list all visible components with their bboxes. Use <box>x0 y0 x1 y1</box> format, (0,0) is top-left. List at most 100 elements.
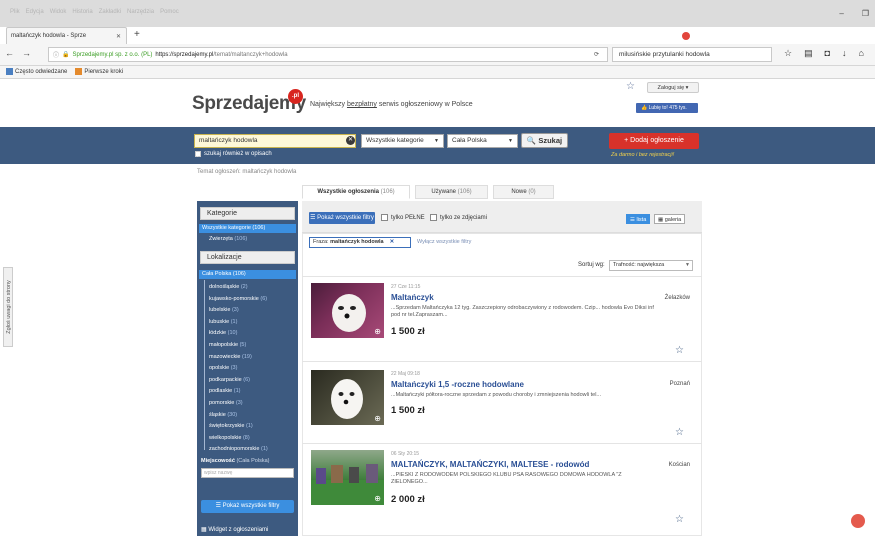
sidebar-show-filters-button[interactable]: ☰ Pokaż wszystkie filtry <box>201 500 294 513</box>
facebook-like-button[interactable]: 👍 Lubię to! 475 tys. <box>636 103 698 113</box>
region-name: lubuskie <box>209 318 230 325</box>
listing-photo[interactable]: ⊕ <box>311 450 384 505</box>
city-label: Miejscowość (Cała Polska) <box>201 458 270 464</box>
url-bar[interactable]: ⓘ 🔒 Sprzedajemy.pl sp. z o.o. (PL) https… <box>48 47 608 62</box>
favorite-star-icon[interactable]: ☆ <box>675 514 684 525</box>
login-button[interactable]: Zaloguj się ▾ <box>647 82 699 93</box>
all-categories-item[interactable]: Wszystkie kategorie (106) <box>199 224 296 233</box>
browser-search-field[interactable]: milusińskie przytulanki hodowla <box>612 47 772 62</box>
report-feedback-tab[interactable]: Zgłoś uwagi do strony <box>3 267 13 347</box>
region-count: (8) <box>242 434 250 441</box>
listing-date: 27 Cze 11:15 <box>391 284 421 290</box>
sidebar-item-region[interactable]: łódzkie (10) <box>209 330 237 336</box>
region-select[interactable]: Cała Polska ▼ <box>447 134 518 148</box>
region-count: (2) <box>240 284 248 290</box>
maximize-icon[interactable]: ❐ <box>862 9 869 18</box>
browser-tab[interactable]: maltańczyk hodowla - Sprze ✕ <box>6 27 690 44</box>
notification-bubble-icon[interactable] <box>851 514 865 528</box>
sidebar-item-region[interactable]: wielkopolskie (8) <box>209 435 250 441</box>
bookmarks-bar: Często odwiedzane Pierwsze kroki <box>0 66 875 79</box>
new-tab-icon[interactable]: + <box>134 29 140 40</box>
only-photos-checkbox[interactable]: tylko ze zdjęciami <box>430 214 487 221</box>
home-icon[interactable]: ⌂ <box>859 48 864 59</box>
bookmark-often-visited[interactable]: Często odwiedzane <box>6 68 67 76</box>
sidebar-item-region[interactable]: małopolskie (5) <box>209 342 246 348</box>
listing-price: 2 000 zł <box>391 494 425 505</box>
category-zwierzeta[interactable]: Zwierzęta (106) <box>209 236 247 242</box>
minimize-icon[interactable]: – <box>839 9 843 18</box>
tab-new[interactable]: Nowe (0) <box>493 185 554 199</box>
region-count: (6) <box>260 295 268 302</box>
library-icon[interactable]: ▤ <box>804 48 813 59</box>
sidebar-item-region[interactable]: śląskie (30) <box>209 412 237 418</box>
zoom-icon[interactable]: ⊕ <box>374 327 381 336</box>
listing-photo[interactable]: ⊕ <box>311 283 384 338</box>
sidebar-item-region[interactable]: podkarpackie (6) <box>209 377 250 383</box>
sidebar-item-region[interactable]: lubelskie (3) <box>209 307 239 313</box>
sidebar-item-region[interactable]: zachodniopomorskie (1) <box>209 446 268 452</box>
zoom-icon[interactable]: ⊕ <box>374 414 381 423</box>
menu-edit[interactable]: Edycja <box>26 9 44 15</box>
tab-title: maltańczyk hodowla - Sprze <box>11 33 87 39</box>
clear-search-icon[interactable]: ✕ <box>346 136 355 145</box>
sort-select[interactable]: Trafność: największa ▼ <box>609 260 693 271</box>
divider <box>302 276 702 277</box>
region-name: lubelskie <box>209 307 231 314</box>
region-count: (30) <box>227 411 238 418</box>
sidebar-item-region[interactable]: mazowieckie (19) <box>209 354 252 360</box>
search-input[interactable]: maltańczyk hodowla <box>194 134 356 148</box>
favorite-star-icon[interactable]: ☆ <box>675 345 684 356</box>
add-listing-button[interactable]: + Dodaj ogłoszenie <box>609 133 699 149</box>
info-icon[interactable]: ⓘ <box>53 50 59 59</box>
url-path: /temat/maltanczyk+hodowla <box>213 51 288 58</box>
menu-file[interactable]: Plik <box>10 9 20 15</box>
sidebar-item-region[interactable]: lubuskie (1) <box>209 319 237 325</box>
listing-title[interactable]: MALTAŃCZYK, MALTAŃCZYKI, MALTESE - rodow… <box>391 460 589 469</box>
gallery-view-button[interactable]: ▦ galeria <box>654 214 686 224</box>
menu-help[interactable]: Pomoc <box>160 9 179 15</box>
region-count: (1) <box>230 318 238 325</box>
listing-city: Żelazków <box>664 295 690 301</box>
all-poland-item[interactable]: Cała Polska (106) <box>199 270 296 279</box>
sidebar-item-region[interactable]: pomorskie (3) <box>209 400 243 406</box>
menu-history[interactable]: Historia <box>72 9 92 15</box>
sidebar-item-region[interactable]: podlaskie (1) <box>209 388 241 394</box>
phrase-filter-chip[interactable]: Fraza: maltańczyk hodowla ✕ <box>309 237 411 248</box>
back-icon[interactable]: ← <box>5 48 14 58</box>
list-view-button[interactable]: ☰ lista <box>626 214 651 224</box>
region-name: kujawsko-pomorskie <box>209 295 259 302</box>
search-in-descriptions-checkbox[interactable]: ✓ szukaj również w opisach <box>195 151 272 159</box>
pocket-icon[interactable]: ◘ <box>825 48 830 59</box>
reload-icon[interactable]: ⟳ <box>594 51 599 58</box>
widget-link[interactable]: ▦ Widget z ogłoszeniami <box>201 526 268 533</box>
download-icon[interactable]: ↓ <box>842 48 847 59</box>
clear-filters-link[interactable]: Wyłącz wszystkie filtry <box>417 239 471 245</box>
forward-icon[interactable]: → <box>22 48 31 58</box>
category-select[interactable]: Wszystkie kategorie ▼ <box>361 134 444 148</box>
menu-tools[interactable]: Narzędzia <box>127 9 154 15</box>
bookmark-first-steps[interactable]: Pierwsze kroki <box>75 68 123 76</box>
menu-bookmarks[interactable]: Zakładki <box>99 9 121 15</box>
sidebar-item-region[interactable]: opolskie (3) <box>209 365 237 371</box>
tab-used[interactable]: Używane (106) <box>415 185 488 199</box>
city-input[interactable]: wpisz nazwę <box>201 468 294 478</box>
favorite-star-icon[interactable]: ☆ <box>675 427 684 438</box>
sidebar-item-region[interactable]: dolnośląskie (2) <box>209 284 248 290</box>
search-button[interactable]: 🔍 Szukaj <box>521 133 568 148</box>
bookmark-star-icon[interactable]: ☆ <box>784 48 792 59</box>
sidebar-item-region[interactable]: kujawsko-pomorskie (6) <box>209 296 267 302</box>
tab-all-listings[interactable]: Wszystkie ogłoszenia (106) <box>302 185 410 199</box>
sidebar-item-region[interactable]: świętokrzyskie (1) <box>209 423 253 429</box>
menu-view[interactable]: Widok <box>50 9 67 15</box>
show-all-filters-button[interactable]: ☰ Pokaż wszystkie filtry <box>309 212 375 224</box>
close-tab-icon[interactable]: ✕ <box>116 33 121 40</box>
favorites-star-icon[interactable]: ☆ <box>626 81 635 92</box>
browser-menubar: Plik Edycja Widok Historia Zakładki Narz… <box>0 0 875 27</box>
listing-photo[interactable]: ⊕ <box>311 370 384 425</box>
listing-description: ...Maltańczyki półtora-roczne sprzedam z… <box>391 392 602 398</box>
only-full-checkbox[interactable]: tylko PEŁNE <box>381 214 425 221</box>
zoom-icon[interactable]: ⊕ <box>374 494 381 503</box>
listing-title[interactable]: Maltańczyk <box>391 293 434 302</box>
listing-date: 22 Maj 09:18 <box>391 371 420 377</box>
listing-title[interactable]: Maltańczyki 1,5 -roczne hodowlane <box>391 380 524 389</box>
